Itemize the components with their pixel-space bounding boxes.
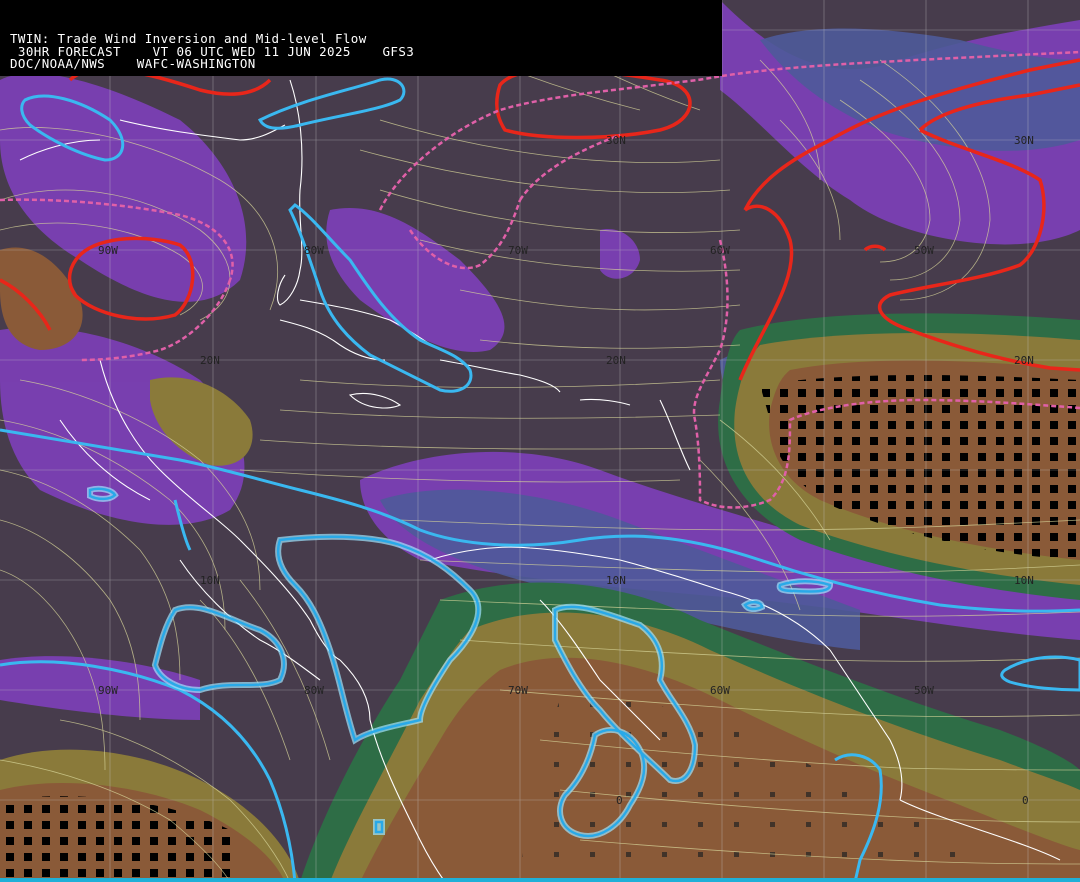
lat-label-10n-west: 10N (200, 574, 220, 587)
lat-label-20n-center: 20N (606, 354, 626, 367)
lon-label-60w-north: 60W (710, 244, 730, 257)
lon-label-50w-south: 50W (914, 684, 934, 697)
lon-label-90w-north: 90W (98, 244, 118, 257)
lon-label-80w-north: 80W (304, 244, 324, 257)
lat-label-20n-east: 20N (1014, 354, 1034, 367)
lat-label-0-center: 0 (616, 794, 623, 807)
bottom-border (0, 878, 1080, 882)
lat-label-0-east: 0 (1022, 794, 1029, 807)
lat-label-10n-center: 10N (606, 574, 626, 587)
lon-label-70w-south: 70W (508, 684, 528, 697)
twin-forecast-map: 30N 30N 90W 80W 70W 60W 50W 20N 20N 20N … (0, 0, 1080, 882)
lon-label-50w-north: 50W (914, 244, 934, 257)
lon-label-80w-south: 80W (304, 684, 324, 697)
lon-label-70w-north: 70W (508, 244, 528, 257)
lon-label-60w-south: 60W (710, 684, 730, 697)
map-header: TWIN: Trade Wind Inversion and Mid-level… (0, 0, 722, 76)
lat-label-30n-east: 30N (1014, 134, 1034, 147)
lon-label-90w-south: 90W (98, 684, 118, 697)
lat-label-30n-center: 30N (606, 134, 626, 147)
lat-label-20n-west: 20N (200, 354, 220, 367)
lat-label-10n-east: 10N (1014, 574, 1034, 587)
header-agency: DOC/NOAA/NWS WAFC-WASHINGTON (10, 56, 256, 71)
